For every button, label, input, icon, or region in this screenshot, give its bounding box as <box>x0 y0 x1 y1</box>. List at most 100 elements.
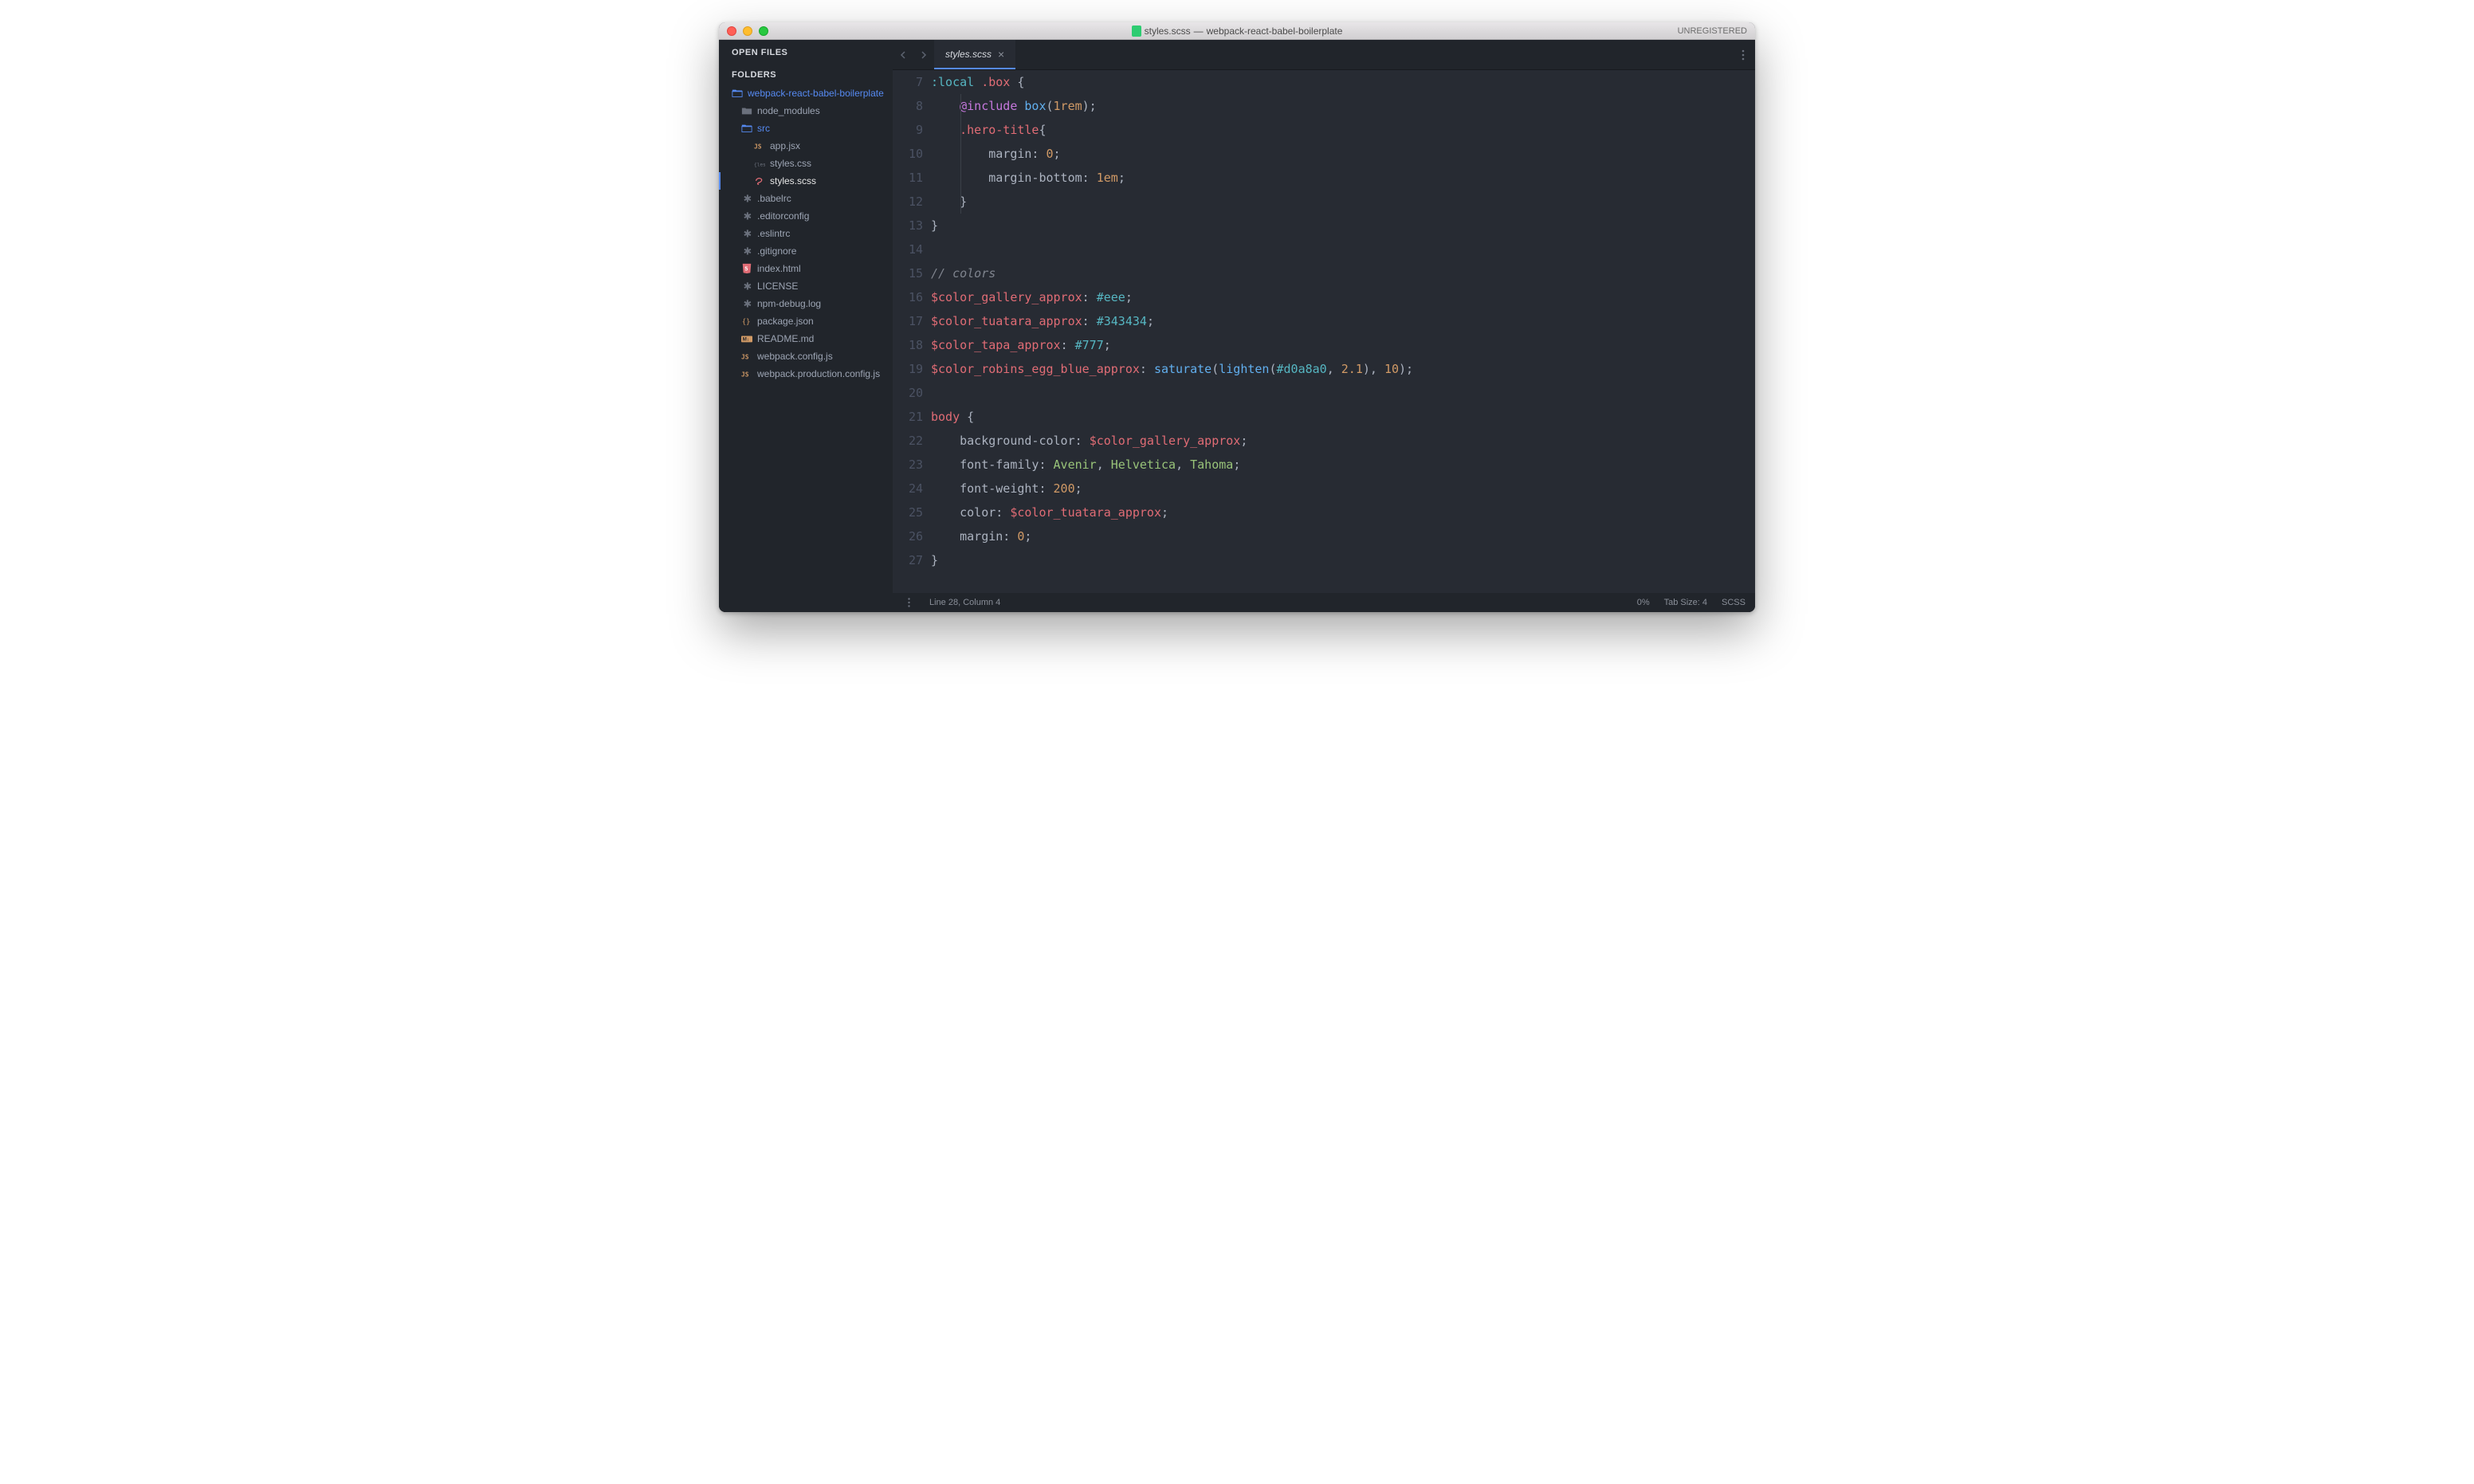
folder-open-icon <box>741 123 752 134</box>
asterisk-icon: ✱ <box>741 281 752 292</box>
folders-header: FOLDERS <box>719 62 893 84</box>
sidebar-item-app-jsx[interactable]: JSapp.jsx <box>719 137 893 155</box>
close-tab-icon[interactable]: × <box>998 48 1004 61</box>
traffic-lights <box>727 26 768 36</box>
code-line[interactable]: font-family: Avenir, Helvetica, Tahoma; <box>931 453 1755 477</box>
svg-text:M↓: M↓ <box>743 337 749 343</box>
line-number: 11 <box>893 166 923 190</box>
tab-styles-scss[interactable]: styles.scss × <box>934 40 1015 69</box>
svg-text:✱: ✱ <box>744 298 752 309</box>
sidebar-item-README-md[interactable]: M↓ README.md <box>719 330 893 347</box>
code-line[interactable] <box>931 381 1755 405</box>
svg-text:✱: ✱ <box>744 281 752 292</box>
sidebar-root[interactable]: webpack-react-babel-boilerplate <box>719 84 893 102</box>
code-line[interactable]: @include box(1rem); <box>931 94 1755 118</box>
line-number: 15 <box>893 261 923 285</box>
line-number: 10 <box>893 142 923 166</box>
code-line[interactable]: } <box>931 190 1755 214</box>
unregistered-label: UNREGISTERED <box>1678 26 1747 36</box>
open-files-header: OPEN FILES <box>719 40 893 62</box>
code-line[interactable]: .hero-title{ <box>931 118 1755 142</box>
sidebar-item-label: webpack.config.js <box>757 351 833 362</box>
line-number: 19 <box>893 357 923 381</box>
code-editor[interactable]: 789101112131415161718192021222324252627 … <box>893 70 1755 593</box>
sidebar-item-webpack-config-js[interactable]: JS webpack.config.js <box>719 347 893 365</box>
code-line[interactable]: body { <box>931 405 1755 429</box>
svg-text:✱: ✱ <box>744 210 752 222</box>
status-percent: 0% <box>1637 598 1650 607</box>
sidebar-item-src[interactable]: src <box>719 120 893 137</box>
sidebar-item-LICENSE[interactable]: ✱ LICENSE <box>719 277 893 295</box>
nav-forward-button[interactable] <box>913 40 934 69</box>
sidebar-item-label: LICENSE <box>757 281 798 292</box>
code-line[interactable]: $color_tuatara_approx: #343434; <box>931 309 1755 333</box>
code-content[interactable]: :local .box { @include box(1rem); .hero-… <box>931 70 1755 593</box>
line-number: 25 <box>893 501 923 524</box>
svg-text:✱: ✱ <box>744 193 752 204</box>
code-line[interactable]: // colors <box>931 261 1755 285</box>
sidebar-item-package-json[interactable]: {}package.json <box>719 312 893 330</box>
sidebar-item-label: README.md <box>757 333 814 344</box>
sidebar-item-label: styles.css <box>770 158 811 169</box>
line-number: 13 <box>893 214 923 238</box>
code-line[interactable]: background-color: $color_gallery_approx; <box>931 429 1755 453</box>
code-line[interactable]: font-weight: 200; <box>931 477 1755 501</box>
sidebar-item-label: npm-debug.log <box>757 298 821 309</box>
status-syntax[interactable]: SCSS <box>1722 598 1746 607</box>
sidebar-item--babelrc[interactable]: ✱ .babelrc <box>719 190 893 207</box>
json-icon: {} <box>741 316 752 327</box>
svg-text:JS: JS <box>754 143 762 151</box>
code-line[interactable]: :local .box { <box>931 70 1755 94</box>
sidebar-item-node_modules[interactable]: node_modules <box>719 102 893 120</box>
code-line[interactable]: $color_gallery_approx: #eee; <box>931 285 1755 309</box>
title-separator: — <box>1194 26 1204 37</box>
sidebar-item-npm-debug-log[interactable]: ✱ npm-debug.log <box>719 295 893 312</box>
status-position[interactable]: Line 28, Column 4 <box>929 598 1000 607</box>
sidebar-item-label: .babelrc <box>757 193 791 204</box>
folder-open-icon <box>732 88 743 99</box>
code-line[interactable]: $color_robins_egg_blue_approx: saturate(… <box>931 357 1755 381</box>
folder-icon <box>741 105 752 116</box>
svg-text:✱: ✱ <box>744 245 752 257</box>
svg-text:JS: JS <box>741 371 749 379</box>
code-line[interactable] <box>931 238 1755 261</box>
svg-text:JS: JS <box>741 354 749 361</box>
line-gutter: 789101112131415161718192021222324252627 <box>893 70 931 593</box>
sidebar-item-label: .eslintrc <box>757 228 790 239</box>
nav-back-button[interactable] <box>893 40 913 69</box>
line-number: 26 <box>893 524 923 548</box>
code-line[interactable]: margin: 0; <box>931 524 1755 548</box>
sidebar-item--eslintrc[interactable]: ✱ .eslintrc <box>719 225 893 242</box>
asterisk-icon: ✱ <box>741 245 752 257</box>
sidebar-item--editorconfig[interactable]: ✱ .editorconfig <box>719 207 893 225</box>
status-tab-size[interactable]: Tab Size: 4 <box>1664 598 1707 607</box>
titlebar[interactable]: styles.scss — webpack-react-babel-boiler… <box>719 22 1755 40</box>
js-icon: JS <box>741 351 752 362</box>
code-line[interactable]: } <box>931 548 1755 572</box>
sidebar-item-index-html[interactable]: 5index.html <box>719 260 893 277</box>
sidebar-item-webpack-production-config-js[interactable]: JSwebpack.production.config.js <box>719 365 893 383</box>
title-project: webpack-react-babel-boilerplate <box>1207 26 1343 37</box>
code-line[interactable]: $color_tapa_approx: #777; <box>931 333 1755 357</box>
sidebar: OPEN FILES FOLDERS webpack-react-babel-b… <box>719 40 893 612</box>
sidebar-item--gitignore[interactable]: ✱.gitignore <box>719 242 893 260</box>
code-line[interactable]: } <box>931 214 1755 238</box>
sidebar-item-styles-css[interactable]: {less}styles.css <box>719 155 893 172</box>
document-icon <box>1132 26 1141 37</box>
minimize-icon[interactable] <box>743 26 752 36</box>
code-line[interactable]: margin: 0; <box>931 142 1755 166</box>
code-line[interactable]: color: $color_tuatara_approx; <box>931 501 1755 524</box>
asterisk-icon: ✱ <box>741 228 752 239</box>
tab-overflow-button[interactable] <box>1731 40 1755 69</box>
line-number: 20 <box>893 381 923 405</box>
status-menu-button[interactable] <box>902 598 915 607</box>
sidebar-item-label: .editorconfig <box>757 210 809 222</box>
tab-label: styles.scss <box>945 49 992 60</box>
maximize-icon[interactable] <box>759 26 768 36</box>
close-icon[interactable] <box>727 26 736 36</box>
sidebar-item-label: node_modules <box>757 105 820 116</box>
line-number: 24 <box>893 477 923 501</box>
sidebar-item-styles-scss[interactable]: styles.scss <box>719 172 893 190</box>
code-line[interactable]: margin-bottom: 1em; <box>931 166 1755 190</box>
line-number: 17 <box>893 309 923 333</box>
